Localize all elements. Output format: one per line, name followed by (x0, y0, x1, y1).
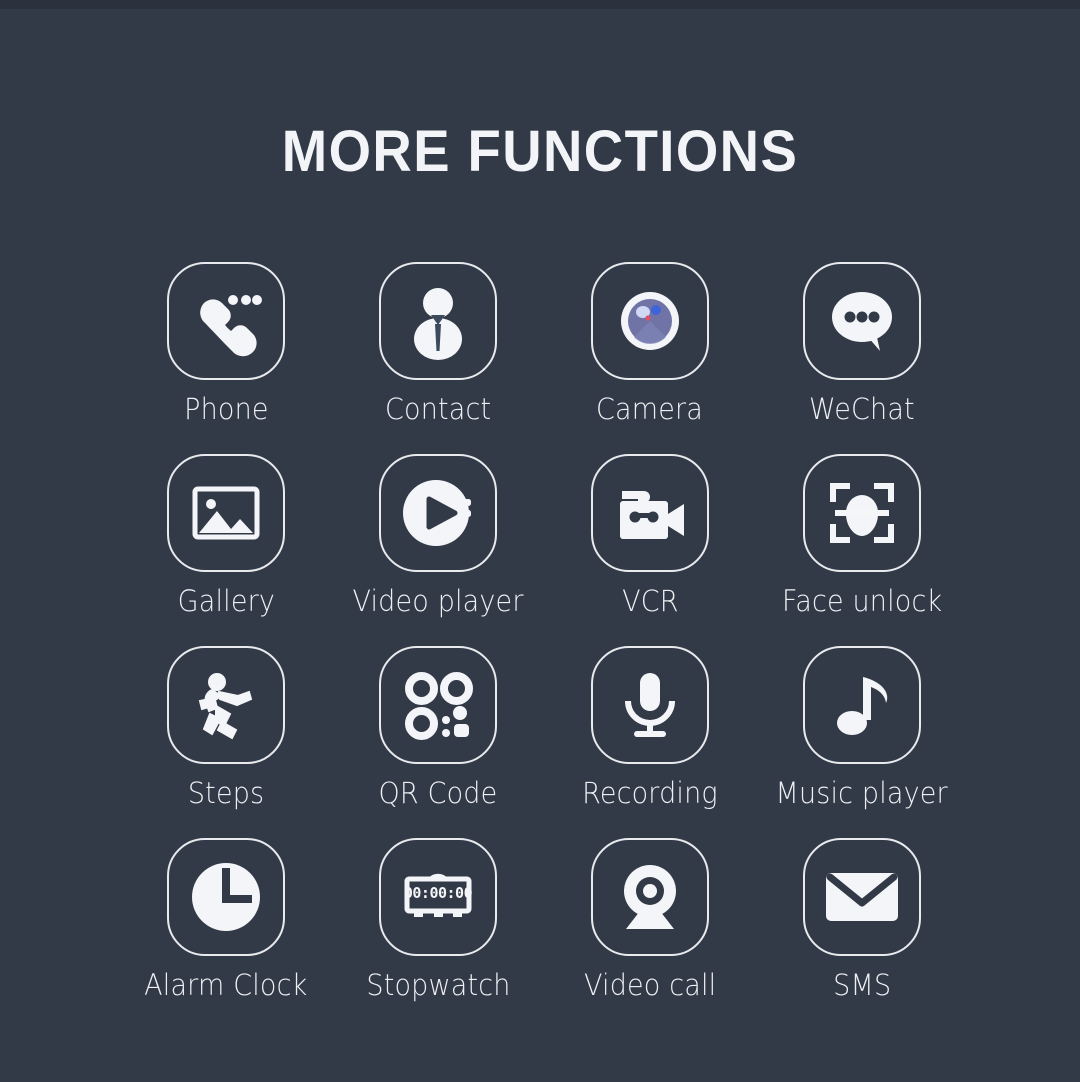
app-label: Camera (596, 392, 704, 426)
status-bar-strip (0, 0, 1080, 9)
app-tile[interactable] (167, 838, 285, 956)
chat-bubble-icon (822, 281, 902, 361)
face-scan-icon (822, 473, 902, 553)
app-item-camera[interactable]: Camera (544, 262, 756, 454)
app-tile[interactable] (379, 454, 497, 572)
webcam-icon (610, 857, 690, 937)
app-tile[interactable] (803, 838, 921, 956)
app-tile[interactable] (803, 454, 921, 572)
app-label: Video call (583, 968, 717, 1002)
app-item-face-unlock[interactable]: Face unlock (756, 454, 968, 646)
app-item-recording[interactable]: Recording (544, 646, 756, 838)
app-item-video-call[interactable]: Video call (544, 838, 756, 1030)
envelope-icon (820, 855, 904, 939)
microphone-icon (610, 665, 690, 745)
app-tile[interactable] (167, 262, 285, 380)
app-item-phone[interactable]: Phone (120, 262, 332, 454)
app-item-sms[interactable]: SMS (756, 838, 968, 1030)
app-item-qr-code[interactable]: QR Code (332, 646, 544, 838)
app-label: QR Code (378, 776, 498, 810)
app-label: Phone (183, 392, 269, 426)
app-tile[interactable] (379, 262, 497, 380)
photo-image-icon (186, 473, 266, 553)
app-icon-grid: Phone Contact Camera WeChat Gallery Vide… (120, 262, 970, 1030)
app-tile[interactable] (591, 838, 709, 956)
play-circle-icon (395, 470, 481, 556)
app-item-music-player[interactable]: Music player (756, 646, 968, 838)
app-tile[interactable] (167, 454, 285, 572)
app-item-wechat[interactable]: WeChat (756, 262, 968, 454)
camera-lens-icon (610, 281, 690, 361)
app-label: Steps (187, 776, 265, 810)
qr-code-icon (398, 665, 478, 745)
app-item-steps[interactable]: Steps (120, 646, 332, 838)
app-item-gallery[interactable]: Gallery (120, 454, 332, 646)
app-tile[interactable] (379, 646, 497, 764)
video-camera-icon (610, 473, 690, 553)
more-functions-screen: MORE FUNCTIONS Phone Contact Camera WeCh… (0, 0, 1080, 1082)
app-tile[interactable] (591, 646, 709, 764)
stopwatch-display-value: 00:00:00 (403, 884, 473, 902)
phone-handset-icon (186, 281, 266, 361)
app-item-alarm-clock[interactable]: Alarm Clock (120, 838, 332, 1030)
app-label: Video player (352, 584, 524, 618)
app-item-vcr[interactable]: VCR (544, 454, 756, 646)
app-label: Contact (384, 392, 492, 426)
app-tile[interactable] (803, 262, 921, 380)
app-item-stopwatch[interactable]: 00:00:00 Stopwatch (332, 838, 544, 1030)
app-item-video-player[interactable]: Video player (332, 454, 544, 646)
app-label: Alarm Clock (144, 968, 308, 1002)
app-tile[interactable] (591, 454, 709, 572)
app-label: Stopwatch (365, 968, 511, 1002)
app-label: WeChat (809, 392, 915, 426)
app-label: Gallery (177, 584, 275, 618)
contact-person-icon (398, 281, 478, 361)
app-label: Face unlock (781, 584, 943, 618)
app-tile[interactable] (591, 262, 709, 380)
app-label: Recording (582, 776, 718, 810)
app-label: Music player (775, 776, 949, 810)
app-item-contact[interactable]: Contact (332, 262, 544, 454)
app-tile[interactable] (167, 646, 285, 764)
app-tile[interactable]: 00:00:00 (379, 838, 497, 956)
page-title: MORE FUNCTIONS (281, 119, 799, 184)
music-note-icon (822, 665, 902, 745)
app-label: VCR (621, 584, 679, 618)
digital-timer-icon: 00:00:00 (398, 857, 478, 937)
app-tile[interactable] (803, 646, 921, 764)
clock-face-icon (184, 855, 268, 939)
running-person-icon (186, 665, 266, 745)
app-label: SMS (832, 968, 892, 1002)
